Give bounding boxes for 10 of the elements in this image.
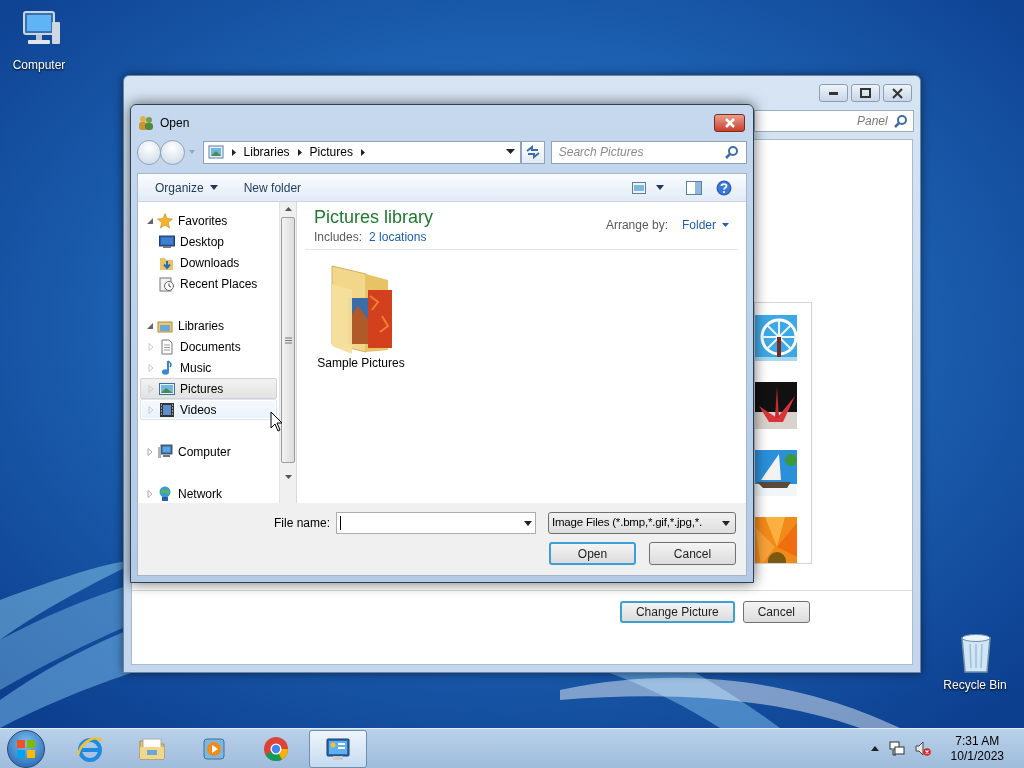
- clock-date[interactable]: 10/1/2023: [950, 748, 1004, 764]
- chrome-icon: [262, 734, 290, 763]
- taskbar-button[interactable]: [309, 729, 367, 768]
- start-button[interactable]: [7, 729, 45, 768]
- network-icon: [888, 740, 905, 757]
- start-icon: [16, 738, 36, 759]
- volume-muted-icon: [914, 740, 931, 757]
- clock-time[interactable]: 7:31 AM: [955, 733, 1000, 749]
- show-hidden-icons-icon: [870, 746, 879, 751]
- browser-icon: [76, 734, 104, 763]
